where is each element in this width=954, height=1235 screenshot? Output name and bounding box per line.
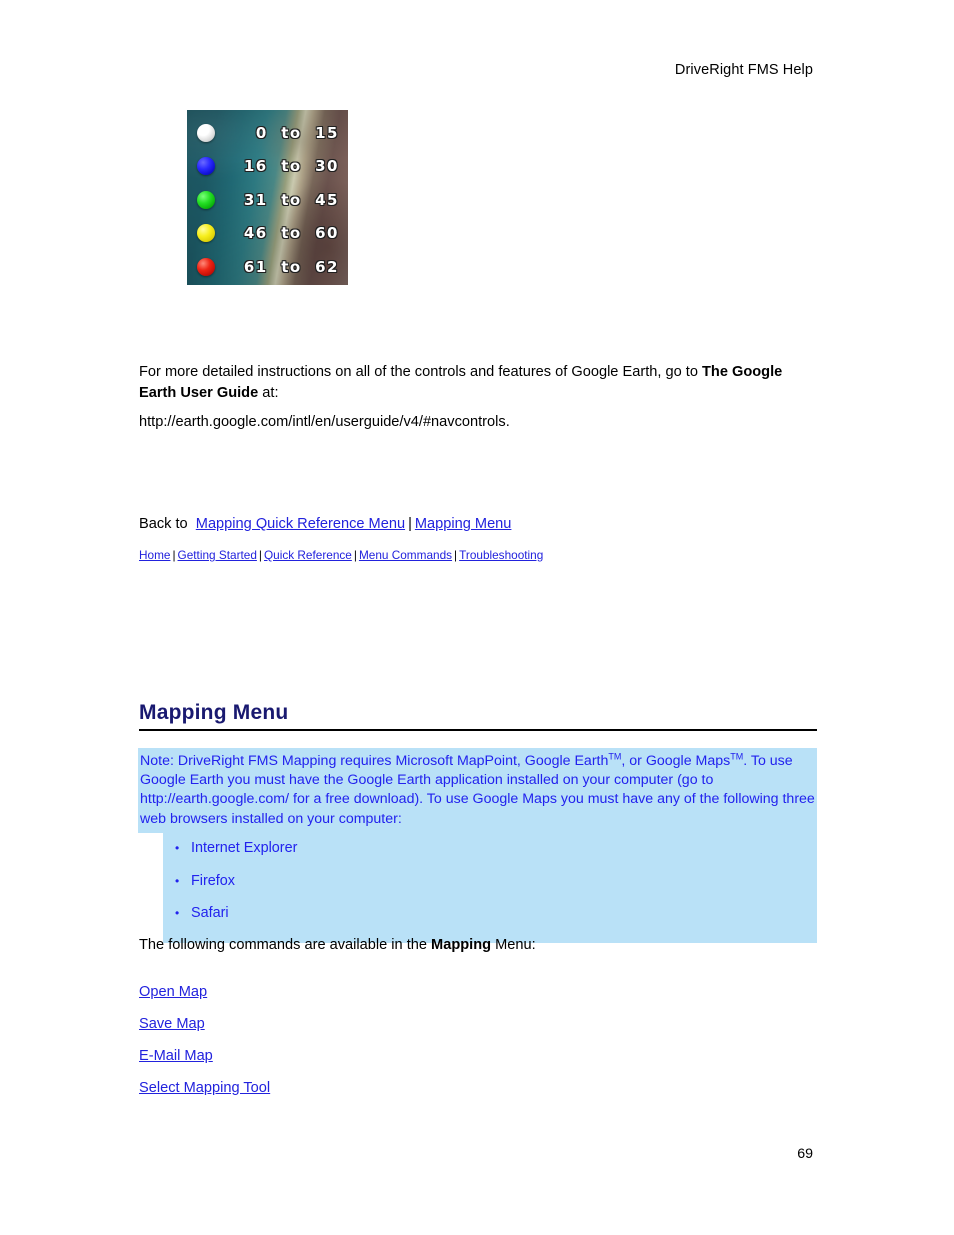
legend-swatch-red (197, 257, 215, 276)
user-guide-url: http://earth.google.com/intl/en/userguid… (139, 414, 510, 430)
back-to-nav: Back to Mapping Quick Reference Menu | Map… (139, 514, 511, 534)
page-header-title: DriveRight FMS Help (674, 62, 813, 78)
mini-nav: Home | Getting Started | Quick Reference | Men… (139, 547, 543, 563)
bullet-icon: • (175, 906, 180, 920)
instructions-text-pre: For more detailed instructions on all of… (139, 364, 702, 380)
legend-label: 46 to 60 (243, 224, 339, 243)
note-text-part2: , or Google Maps (621, 753, 731, 769)
list-item: Select Mapping Tool (139, 1079, 270, 1111)
speed-legend-figure: 0 to 15 16 to 30 31 to 45 46 to 60 61 to… (187, 110, 348, 285)
list-item: • Firefox (163, 872, 817, 905)
nav-separator: | (408, 516, 412, 532)
link-quick-reference[interactable]: Quick Reference (264, 548, 352, 562)
legend-row: 16 to 30 (187, 150, 348, 184)
nav-separator: | (172, 548, 176, 562)
legend-swatch-blue (197, 157, 215, 176)
commands-intro: The following commands are available in … (139, 937, 536, 953)
link-menu-commands[interactable]: Menu Commands (359, 548, 452, 562)
link-mapping-quick-reference-menu[interactable]: Mapping Quick Reference Menu (196, 516, 405, 532)
trademark-symbol: TM (730, 751, 744, 762)
commands-intro-post: Menu: (491, 937, 536, 953)
legend-label: 0 to 15 (255, 123, 339, 142)
browser-name: Safari (191, 905, 229, 921)
list-item: Save Map (139, 1015, 270, 1047)
page-number: 69 (797, 1146, 813, 1162)
list-item: • Safari (163, 904, 817, 937)
link-email-map[interactable]: E-Mail Map (139, 1048, 213, 1064)
instructions-paragraph: For more detailed instructions on all of… (139, 362, 819, 403)
instructions-text-post: at: (258, 384, 279, 401)
link-open-map[interactable]: Open Map (139, 984, 207, 1000)
command-links: Open Map Save Map E-Mail Map Select Mapp… (139, 983, 270, 1111)
browser-list: • Internet Explorer • Firefox • Safari (163, 833, 817, 943)
legend-label: 16 to 30 (243, 157, 339, 176)
heading-divider (139, 729, 817, 731)
legend-label: 61 to 62 (243, 257, 339, 276)
commands-intro-pre: The following commands are available in … (139, 937, 432, 953)
commands-intro-bold: Mapping (431, 937, 492, 953)
list-item: E-Mail Map (139, 1047, 270, 1079)
bullet-icon: • (175, 873, 180, 888)
link-home[interactable]: Home (139, 548, 170, 562)
link-select-mapping-tool[interactable]: Select Mapping Tool (139, 1080, 270, 1096)
bullet-icon: • (175, 841, 180, 855)
link-getting-started[interactable]: Getting Started (178, 548, 257, 562)
legend-swatch-yellow (197, 224, 215, 243)
browser-name: Internet Explorer (191, 840, 298, 856)
link-mapping-menu[interactable]: Mapping Menu (415, 516, 512, 532)
note-callout: Note: DriveRight FMS Mapping requires Mi… (138, 748, 817, 833)
note-text-part1: Note: DriveRight FMS Mapping requires Mi… (140, 753, 609, 769)
list-item: • Internet Explorer (163, 839, 817, 872)
list-item: Open Map (139, 983, 270, 1015)
legend-row: 46 to 60 (187, 217, 348, 251)
legend-label: 31 to 45 (243, 190, 339, 209)
legend-swatch-white (197, 123, 215, 142)
link-save-map[interactable]: Save Map (139, 1016, 205, 1032)
link-troubleshooting[interactable]: Troubleshooting (459, 548, 543, 562)
legend-swatch-green (197, 190, 215, 209)
back-to-prefix: Back to (139, 516, 188, 532)
nav-separator: | (258, 548, 262, 562)
browser-name: Firefox (191, 872, 235, 889)
nav-separator: | (353, 548, 357, 562)
legend-row: 0 to 15 (187, 116, 348, 150)
trademark-symbol: TM (608, 751, 622, 762)
legend-row: 31 to 45 (187, 183, 348, 217)
legend-rows: 0 to 15 16 to 30 31 to 45 46 to 60 61 to… (187, 110, 348, 285)
section-heading-mapping-menu: Mapping Menu (139, 701, 289, 724)
legend-row: 61 to 62 (187, 250, 348, 284)
